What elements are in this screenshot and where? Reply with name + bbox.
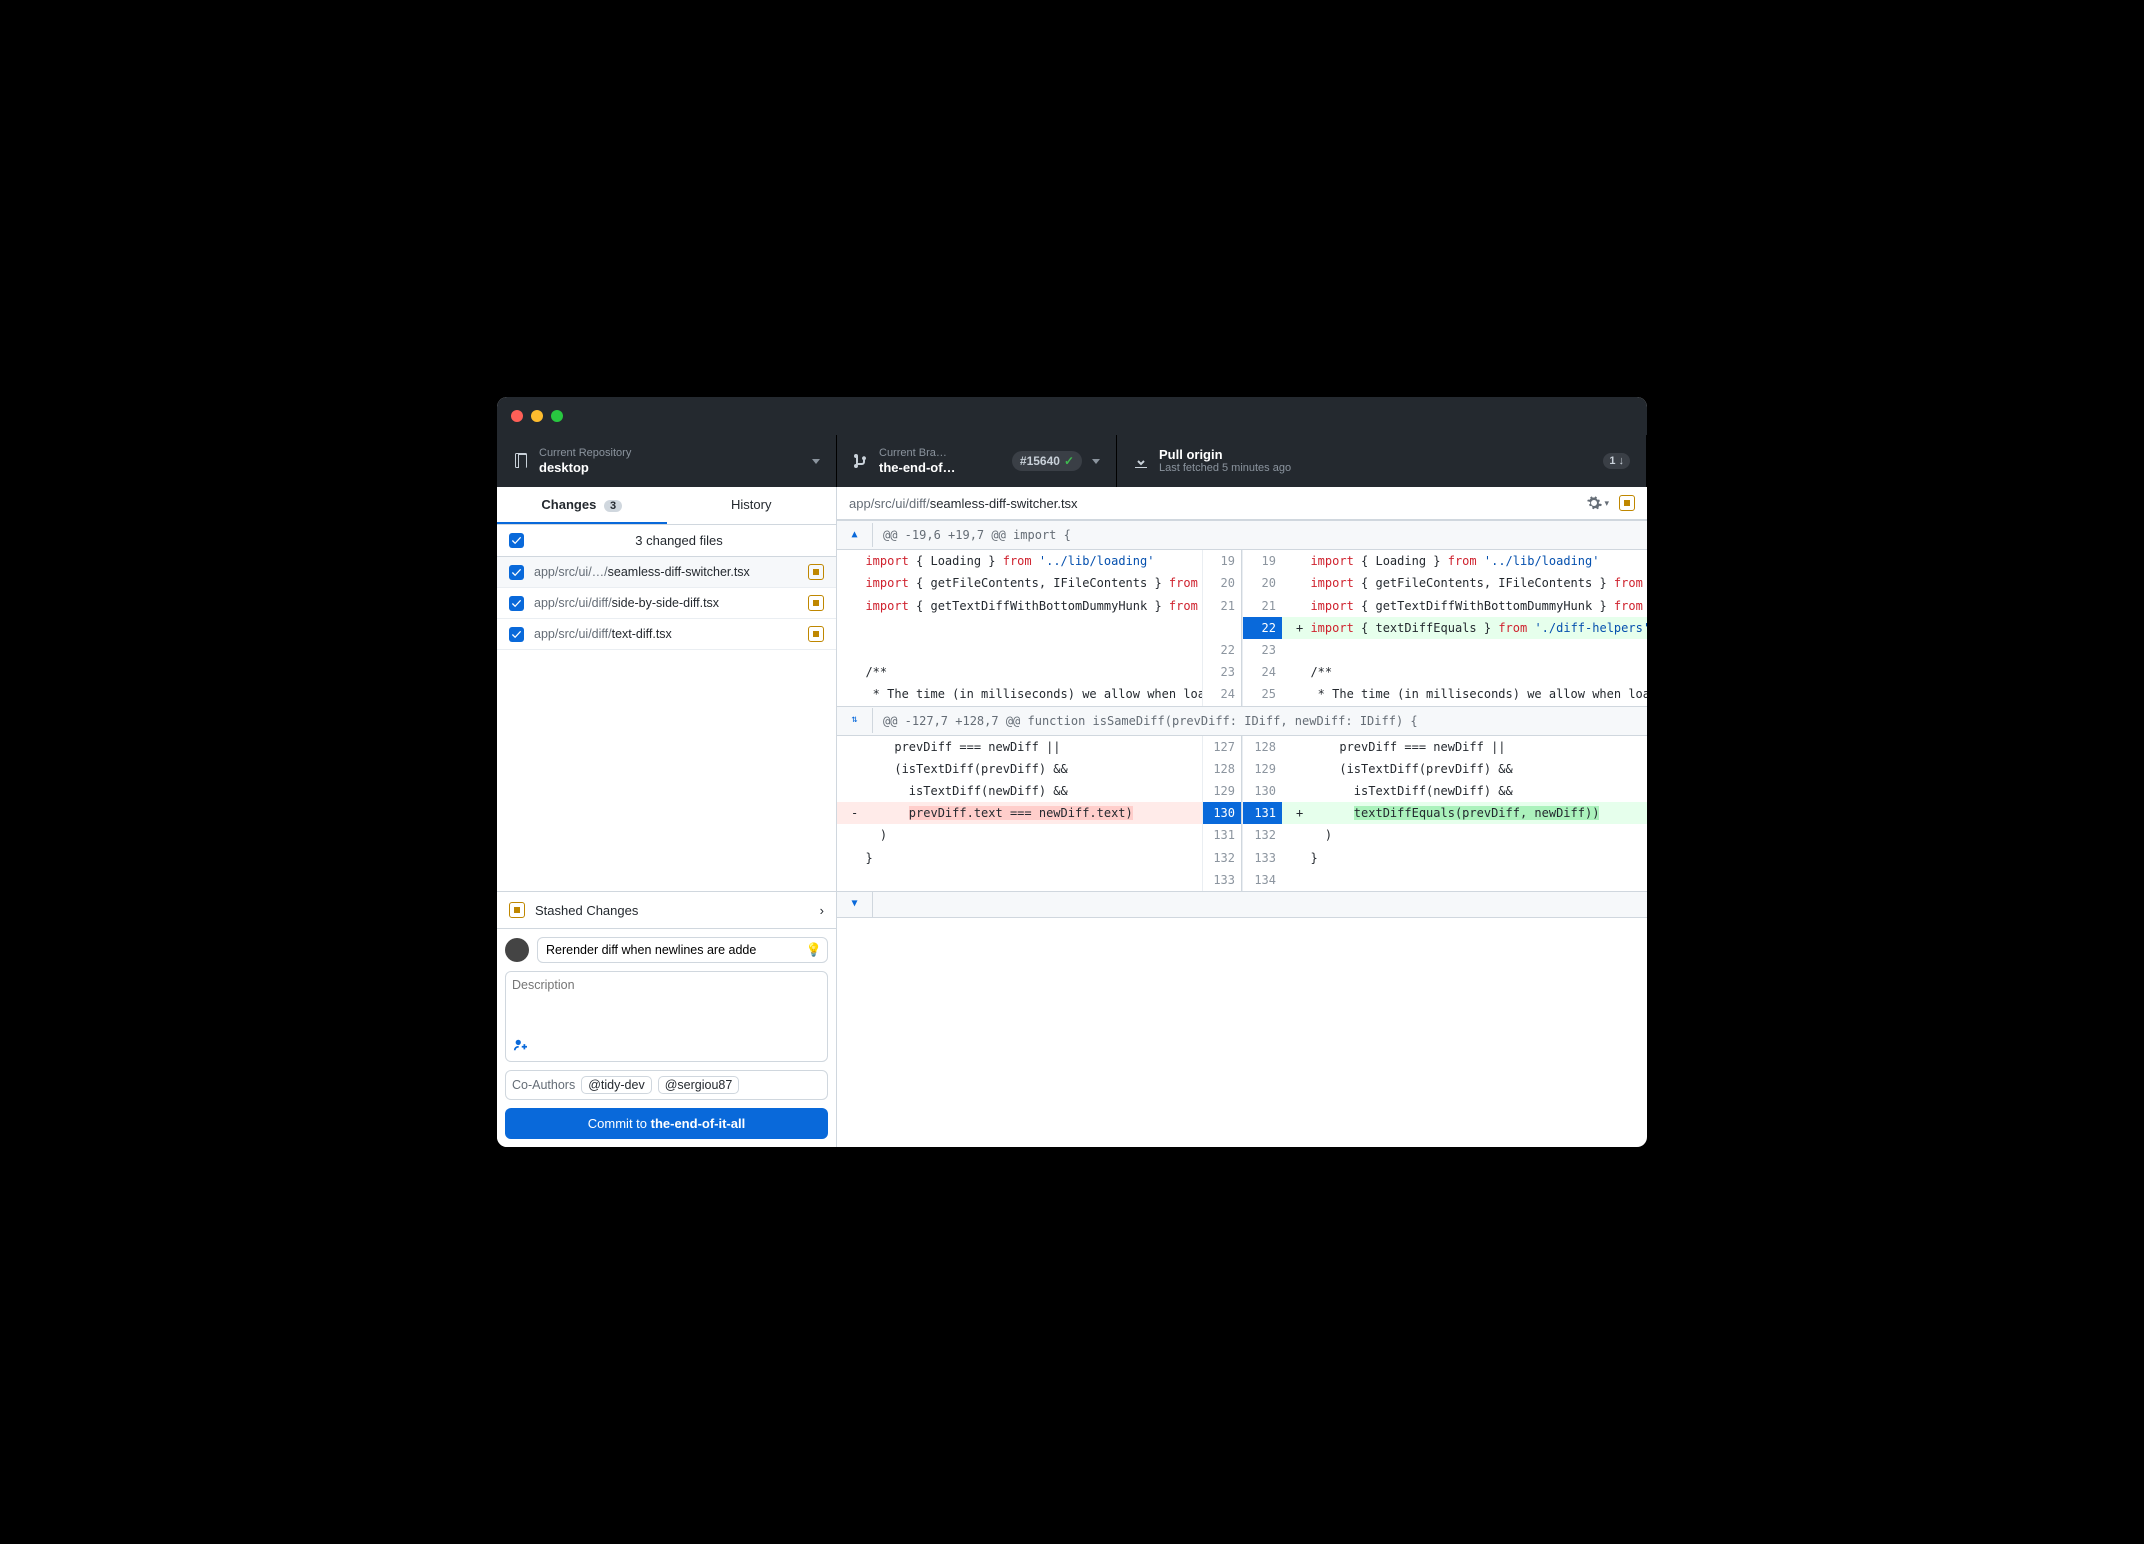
diff-file-path: app/src/ui/diff/seamless-diff-switcher.t… <box>849 496 1586 511</box>
branch-label: Current Bra… <box>879 447 1002 460</box>
stashed-label: Stashed Changes <box>535 903 638 918</box>
pr-badge: #15640 ✓ <box>1012 451 1082 471</box>
diff-settings-button[interactable]: ▾ <box>1586 495 1609 511</box>
select-all-checkbox[interactable] <box>509 533 524 548</box>
commit-summary-input[interactable] <box>537 937 828 963</box>
expand-hunk-button[interactable]: ▲ <box>837 523 873 548</box>
modified-icon <box>808 595 824 611</box>
diff-line[interactable]: /** 23 24 /** <box>837 661 1647 683</box>
coauthors-label: Co-Authors <box>512 1078 575 1092</box>
pr-number: #15640 <box>1020 454 1060 468</box>
file-path: app/src/ui/diff/side-by-side-diff.tsx <box>534 596 798 610</box>
expand-hunk-button[interactable]: ⇅ <box>837 708 873 733</box>
chevron-right-icon: › <box>820 903 824 918</box>
modified-icon <box>808 564 824 580</box>
diff-body[interactable]: ▲@@ -19,6 +19,7 @@ import { import { Loa… <box>837 520 1647 1147</box>
commit-button[interactable]: Commit to the-end-of-it-all <box>505 1108 828 1139</box>
hunk-header: ▲@@ -19,6 +19,7 @@ import { <box>837 520 1647 550</box>
changes-count: 3 <box>604 500 622 512</box>
lightbulb-icon[interactable]: 💡 <box>806 942 822 958</box>
git-branch-icon <box>853 453 869 469</box>
file-path: app/src/ui/diff/text-diff.tsx <box>534 627 798 641</box>
hunk-header: ⇅@@ -127,7 +128,7 @@ function isSameDiff… <box>837 706 1647 736</box>
main-content: Changes 3 History 3 changed files app/sr… <box>497 487 1647 1147</box>
diff-line[interactable]: (isTextDiff(prevDiff) && 128 129 (isText… <box>837 758 1647 780</box>
diff-line[interactable]: 22 23 <box>837 639 1647 661</box>
changed-files-header: 3 changed files <box>497 525 836 557</box>
file-path: app/src/ui/…/seamless-diff-switcher.tsx <box>534 565 798 579</box>
coauthors-field[interactable]: Co-Authors @tidy-dev @sergiou87 <box>505 1070 828 1100</box>
coauthor-chip[interactable]: @tidy-dev <box>581 1076 651 1094</box>
sidebar: Changes 3 History 3 changed files app/sr… <box>497 487 837 1147</box>
diff-panel: app/src/ui/diff/seamless-diff-switcher.t… <box>837 487 1647 1147</box>
pull-label: Pull origin <box>1159 447 1593 463</box>
tab-changes[interactable]: Changes 3 <box>497 487 667 524</box>
repo-name: desktop <box>539 460 802 476</box>
diff-line[interactable]: import { getTextDiffWithBottomDummyHunk … <box>837 595 1647 617</box>
repo-label: Current Repository <box>539 447 802 460</box>
changed-files-summary: 3 changed files <box>534 533 824 548</box>
file-list: app/src/ui/…/seamless-diff-switcher.tsx … <box>497 557 836 650</box>
file-checkbox[interactable] <box>509 627 524 642</box>
coauthor-chip[interactable]: @sergiou87 <box>658 1076 740 1094</box>
tab-history[interactable]: History <box>667 487 837 524</box>
stash-icon <box>509 902 525 918</box>
modified-icon <box>1619 495 1635 511</box>
pull-button[interactable]: Pull origin Last fetched 5 minutes ago 1… <box>1117 435 1647 487</box>
commit-description-input[interactable] <box>512 978 821 1034</box>
modified-icon <box>808 626 824 642</box>
repo-dropdown[interactable]: Current Repository desktop <box>497 435 837 487</box>
file-row[interactable]: app/src/ui/…/seamless-diff-switcher.tsx <box>497 557 836 588</box>
diff-line[interactable]: import { getFileContents, IFileContents … <box>837 572 1647 594</box>
diff-line[interactable]: * The time (in milliseconds) we allow wh… <box>837 683 1647 705</box>
sidebar-tabs: Changes 3 History <box>497 487 836 525</box>
close-icon[interactable] <box>511 410 523 422</box>
diff-line[interactable]: ) 131 132 ) <box>837 824 1647 846</box>
chevron-down-icon <box>1092 459 1100 464</box>
download-icon <box>1133 453 1149 469</box>
file-checkbox[interactable] <box>509 565 524 580</box>
pull-status: Last fetched 5 minutes ago <box>1159 462 1593 475</box>
repo-icon <box>513 453 529 469</box>
commit-form: 💡 Co-Authors @tidy-dev @sergiou87 Commit… <box>497 928 836 1147</box>
diff-line[interactable]: - prevDiff.text === newDiff.text) 130 13… <box>837 802 1647 824</box>
branch-name: the-end-of… <box>879 460 1002 476</box>
titlebar[interactable] <box>497 397 1647 435</box>
chevron-down-icon <box>812 459 820 464</box>
toolbar: Current Repository desktop Current Bra… … <box>497 435 1647 487</box>
diff-line[interactable]: } 132 133 } <box>837 847 1647 869</box>
file-checkbox[interactable] <box>509 596 524 611</box>
file-row[interactable]: app/src/ui/diff/text-diff.tsx <box>497 619 836 650</box>
stashed-changes[interactable]: Stashed Changes › <box>497 891 836 928</box>
avatar <box>505 938 529 962</box>
pull-count: 1 ↓ <box>1603 453 1630 469</box>
check-icon: ✓ <box>1064 454 1074 468</box>
add-coauthor-button[interactable] <box>512 1038 528 1055</box>
diff-line[interactable]: import { Loading } from '../lib/loading'… <box>837 550 1647 572</box>
diff-line[interactable]: 133 134 <box>837 869 1647 891</box>
diff-line[interactable]: prevDiff === newDiff || 127 128 prevDiff… <box>837 736 1647 758</box>
branch-dropdown[interactable]: Current Bra… the-end-of… #15640 ✓ <box>837 435 1117 487</box>
file-row[interactable]: app/src/ui/diff/side-by-side-diff.tsx <box>497 588 836 619</box>
app-window: Current Repository desktop Current Bra… … <box>497 397 1647 1147</box>
minimize-icon[interactable] <box>531 410 543 422</box>
diff-header: app/src/ui/diff/seamless-diff-switcher.t… <box>837 487 1647 520</box>
diff-line[interactable]: isTextDiff(newDiff) && 129 130 isTextDif… <box>837 780 1647 802</box>
expand-hunk-button[interactable]: ▼ <box>837 892 873 917</box>
maximize-icon[interactable] <box>551 410 563 422</box>
diff-line[interactable]: 22 + import { textDiffEquals } from './d… <box>837 617 1647 639</box>
window-controls <box>511 410 563 422</box>
